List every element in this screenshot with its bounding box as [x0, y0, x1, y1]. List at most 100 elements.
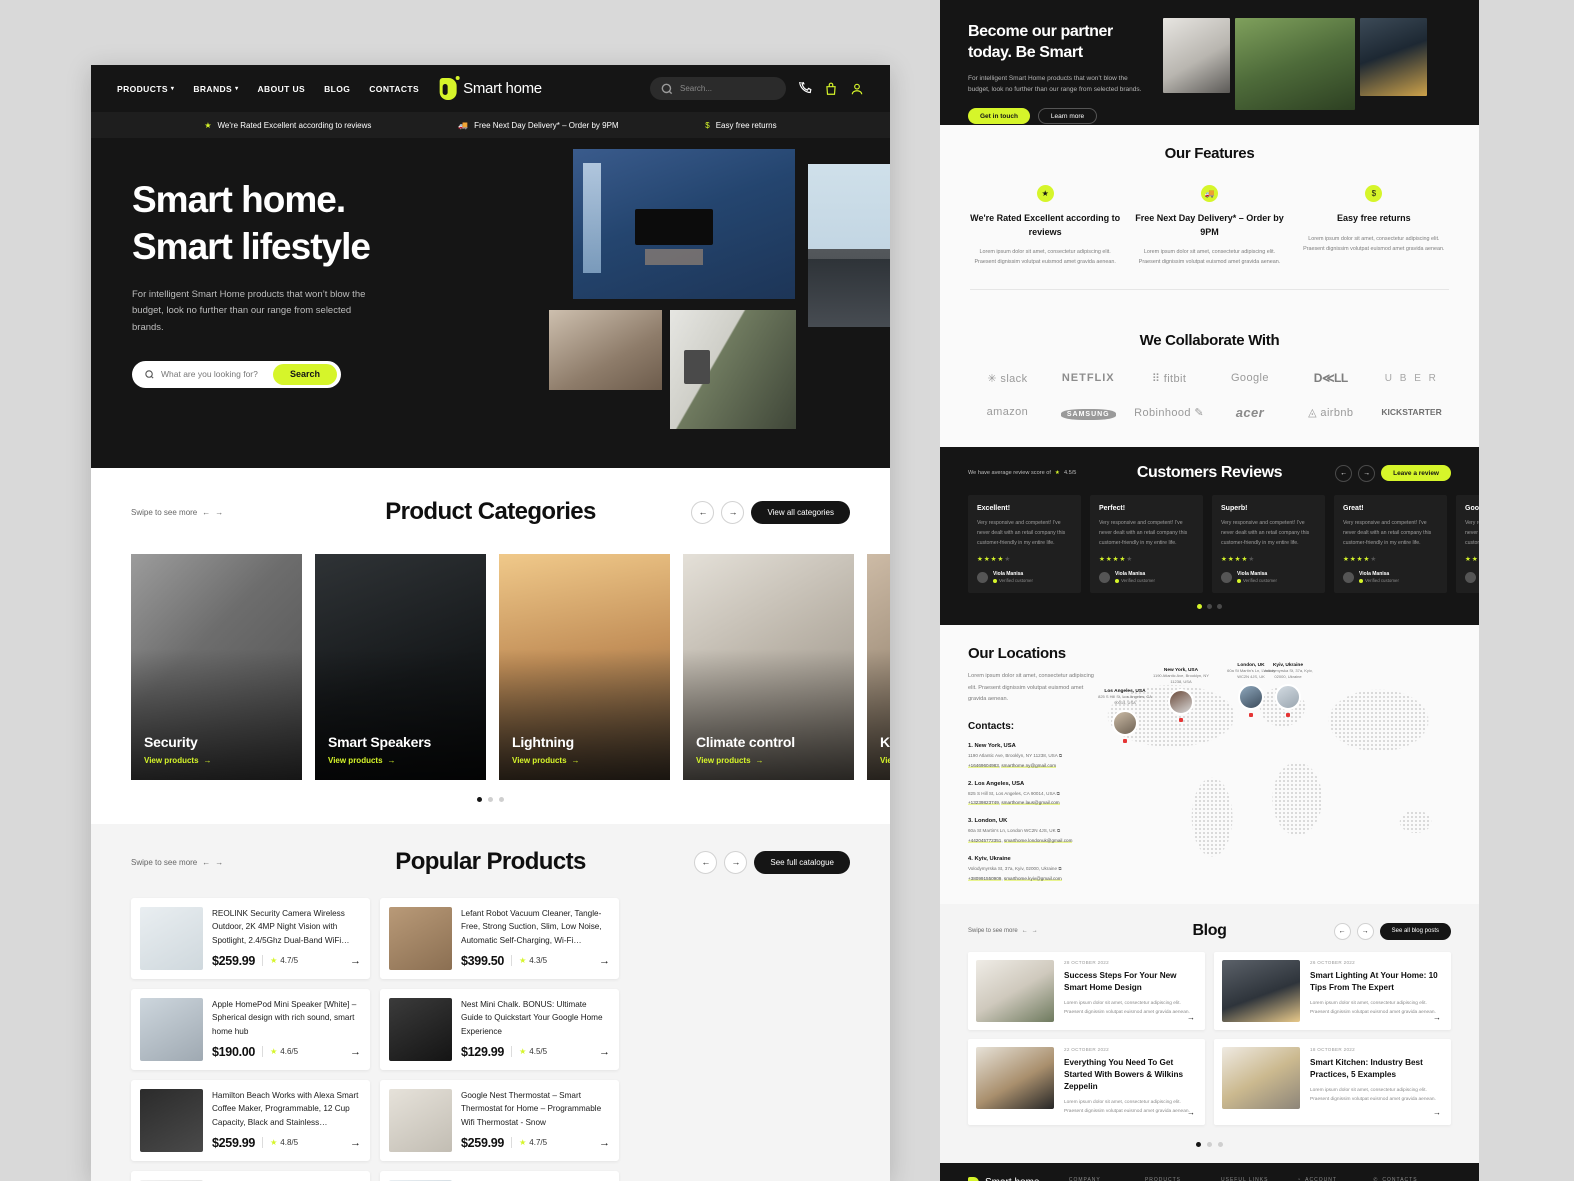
- product-card[interactable]: Kasa Smart Light Switch HS200P3, Single …: [131, 1171, 370, 1181]
- product-card[interactable]: Lefant Robot Vacuum Cleaner, Tangle-Free…: [380, 898, 619, 979]
- arrow-right-icon[interactable]: →: [1433, 1108, 1441, 1117]
- product-card[interactable]: Apple HomePod Mini Speaker [White] – Sph…: [131, 989, 370, 1070]
- review-card: Good! Very responsive and competent! I’v…: [1456, 495, 1479, 594]
- carousel-dot[interactable]: [1197, 604, 1202, 610]
- arrow-right-icon[interactable]: →: [350, 1137, 361, 1149]
- brand-label: airbnb: [1320, 406, 1354, 419]
- arrow-right-icon[interactable]: →: [599, 1137, 610, 1149]
- map-pin-label: Kyiv, Ukraine Volodymyrska St, 37a, Kyiv,…: [1259, 663, 1317, 680]
- carousel-dot[interactable]: [477, 797, 482, 802]
- categories-carousel[interactable]: Security View products → Smart Speakers Vie…: [91, 554, 890, 780]
- external-link-icon[interactable]: ⧉: [1057, 791, 1060, 796]
- contact-email[interactable]: smarthome.kyiv@gmail.com: [1003, 875, 1062, 881]
- map-pin-london[interactable]: London, UK 60a St Martin's Ln, London WC2…: [1227, 663, 1275, 718]
- hero-search-button[interactable]: Search: [272, 363, 337, 385]
- map-pin-los-angeles[interactable]: Los Angeles, USA 825 S Hill St, Los Angel…: [1098, 689, 1152, 744]
- category-card-climate-control[interactable]: Climate control View products →: [683, 554, 854, 780]
- arrow-right-icon[interactable]: →: [350, 955, 361, 967]
- nav-item-blog[interactable]: BLOG: [324, 84, 350, 94]
- map-pin-new-york[interactable]: New York, USA 1190 Atlantic Ave, Brooklyn…: [1153, 668, 1209, 723]
- category-card-kitchen[interactable]: Kitchen View products→: [867, 554, 890, 780]
- carousel-dot[interactable]: [1207, 1141, 1212, 1147]
- category-cta[interactable]: View products→: [144, 756, 212, 765]
- see-all-blog-posts-button[interactable]: See all blog posts: [1379, 922, 1451, 940]
- blog-next-button[interactable]: →: [1356, 922, 1374, 940]
- reviews-carousel[interactable]: Excellent! Very responsive and competent…: [940, 495, 1479, 594]
- carousel-dot[interactable]: [1217, 604, 1222, 610]
- nav-item-about-us[interactable]: ABOUT US: [258, 84, 306, 94]
- external-link-icon[interactable]: ⧉: [1059, 753, 1062, 758]
- world-map[interactable]: Los Angeles, USA 825 S Hill St, Los Angel…: [1090, 647, 1460, 878]
- map-pin-kyiv[interactable]: Kyiv, Ukraine Volodymyrska St, 37a, Kyiv,…: [1263, 663, 1313, 718]
- learn-more-button[interactable]: Learn more: [1037, 108, 1098, 125]
- category-cta[interactable]: View products→: [696, 756, 795, 765]
- bag-icon[interactable]: [824, 82, 838, 96]
- reviews-prev-button[interactable]: ←: [1335, 464, 1353, 482]
- reviews-carousel-dots[interactable]: [940, 604, 1479, 610]
- get-in-touch-button[interactable]: Get in touch: [968, 108, 1030, 125]
- blog-post-card[interactable]: 26 OCTOBER 2022 Smart Lighting At Your H…: [1214, 952, 1451, 1031]
- review-author: Viola ManisaVerified customer: [1465, 571, 1479, 583]
- category-cta-label: View products: [696, 756, 751, 765]
- search-input[interactable]: Search...: [650, 77, 786, 100]
- hero-search-bar[interactable]: What are you looking for? Search: [132, 360, 341, 388]
- arrow-right-icon[interactable]: →: [350, 1046, 361, 1058]
- contact-email[interactable]: smarthome.laus@gmail.com: [1001, 800, 1060, 806]
- category-card-smart-speakers[interactable]: Smart Speakers View products →: [315, 554, 486, 780]
- product-card[interactable]: Google Nest Thermostat – Smart Thermosta…: [380, 1080, 619, 1161]
- nav-item-products[interactable]: PRODUCTS ▾: [117, 84, 174, 94]
- category-cta[interactable]: View products→: [880, 756, 890, 765]
- product-card[interactable]: Nest Mini Chalk. BONUS: Ultimate Guide t…: [380, 989, 619, 1070]
- contact-phone[interactable]: +13239823749: [968, 800, 999, 806]
- blog-post-card[interactable]: 28 OCTOBER 2022 Success Steps For Your N…: [968, 952, 1205, 1031]
- reviews-next-button[interactable]: →: [1358, 464, 1376, 482]
- external-link-icon[interactable]: ⧉: [1057, 828, 1060, 833]
- blog-post-card[interactable]: 22 OCTOBER 2022 Everything You Need To G…: [968, 1039, 1205, 1125]
- contact-phone[interactable]: +380991550909: [968, 875, 1002, 881]
- contact-phone[interactable]: +442045772351: [968, 837, 1002, 843]
- footer-logo[interactable]: Smart home: [968, 1176, 1053, 1181]
- category-cta[interactable]: View products→: [512, 756, 580, 765]
- nav-item-contacts[interactable]: CONTACTS: [369, 84, 419, 94]
- arrow-right-icon[interactable]: →: [1187, 1108, 1195, 1117]
- external-link-icon[interactable]: ⧉: [1058, 866, 1061, 871]
- contact-email[interactable]: smarthome.londonuk@gmail.com: [1003, 837, 1073, 843]
- arrow-right-icon[interactable]: →: [1433, 1013, 1441, 1022]
- carousel-dot[interactable]: [1218, 1141, 1223, 1147]
- categories-prev-button[interactable]: ←: [691, 500, 715, 524]
- blog-post-card[interactable]: 18 OCTOBER 2022 Smart Kitchen: Industry …: [1214, 1039, 1451, 1125]
- phone-icon[interactable]: [798, 81, 812, 96]
- arrow-right-icon[interactable]: →: [599, 1046, 610, 1058]
- categories-carousel-dots[interactable]: [91, 797, 890, 802]
- categories-next-button[interactable]: →: [721, 500, 745, 524]
- nav-item-brands[interactable]: BRANDS ▾: [193, 84, 238, 94]
- category-card-security[interactable]: Security View products →: [131, 554, 302, 780]
- reviews-average-score: We have average review score of ★ 4.5/5: [968, 470, 1108, 476]
- category-card-lightning[interactable]: Lightning View products →: [499, 554, 670, 780]
- product-meta: $259.99 ★ 4.7/5 →: [212, 954, 361, 968]
- carousel-dot[interactable]: [1207, 604, 1212, 610]
- product-card[interactable]: PETLIBRO Automatic Pet Feeders for Cats,…: [380, 1171, 619, 1181]
- check-icon: [1237, 578, 1241, 583]
- contact-phone[interactable]: +16469604983: [968, 762, 999, 768]
- blog-prev-button[interactable]: ←: [1333, 922, 1351, 940]
- carousel-dot[interactable]: [488, 797, 493, 802]
- product-card[interactable]: REOLINK Security Camera Wireless Outdoor…: [131, 898, 370, 979]
- blog-post-excerpt: Lorem ipsum dolor sit amet, consectetur …: [1064, 1100, 1190, 1115]
- leave-a-review-button[interactable]: Leave a review: [1381, 465, 1451, 481]
- carousel-dot[interactable]: [499, 797, 504, 802]
- product-card[interactable]: Hamilton Beach Works with Alexa Smart Co…: [131, 1080, 370, 1161]
- arrow-right-icon[interactable]: →: [599, 955, 610, 967]
- product-meta: $190.00 ★ 4.6/5 →: [212, 1045, 361, 1059]
- products-next-button[interactable]: →: [724, 850, 748, 874]
- category-cta[interactable]: View products→: [328, 756, 431, 765]
- contact-email[interactable]: smarthome.ny@gmail.com: [1001, 762, 1057, 768]
- carousel-dot[interactable]: [1196, 1141, 1201, 1147]
- arrow-right-icon[interactable]: →: [1187, 1013, 1195, 1022]
- products-prev-button[interactable]: ←: [694, 850, 718, 874]
- view-all-categories-button[interactable]: View all categories: [751, 500, 850, 524]
- site-logo[interactable]: Smart home: [439, 75, 542, 100]
- see-full-catalogue-button[interactable]: See full catalogue: [754, 850, 850, 874]
- account-icon[interactable]: [850, 82, 864, 96]
- blog-carousel-dots[interactable]: [940, 1141, 1479, 1147]
